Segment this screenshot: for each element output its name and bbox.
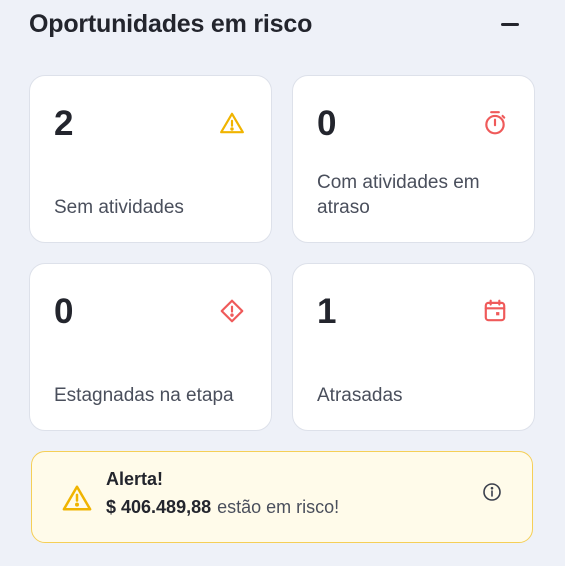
alert-diamond-icon: [220, 299, 244, 323]
card-label: Sem atividades: [54, 197, 184, 218]
alert-message-text: estão em risco!: [217, 497, 340, 517]
card-value: 1: [317, 292, 337, 331]
card-label: Com atividades em atraso: [317, 172, 480, 218]
warning-triangle-icon: [220, 112, 244, 134]
minus-icon: [501, 22, 519, 26]
card-sem-atividades[interactable]: 2 Sem atividades: [29, 75, 272, 243]
card-value: 0: [54, 292, 74, 331]
warning-triangle-icon: [62, 485, 92, 511]
card-label: Atrasadas: [317, 385, 403, 406]
alert-title: Alerta!: [106, 469, 164, 489]
alert-amount: $ 406.489,88: [106, 497, 212, 517]
alert-message: $ 406.489,88 estão em risco!: [106, 497, 339, 518]
risk-alert: Alerta! $ 406.489,88 estão em risco!: [31, 451, 533, 543]
card-value: 2: [54, 104, 74, 143]
collapse-button[interactable]: [499, 13, 521, 35]
section-header: Oportunidades em risco: [29, 8, 525, 40]
card-label: Estagnadas na etapa: [54, 385, 234, 406]
card-value: 0: [317, 104, 337, 143]
info-icon[interactable]: [482, 482, 502, 502]
card-atrasadas[interactable]: 1 Atrasadas: [292, 263, 535, 431]
card-estagnadas-na-etapa[interactable]: 0 Estagnadas na etapa: [29, 263, 272, 431]
section-title: Oportunidades em risco: [29, 9, 313, 38]
stopwatch-icon: [485, 111, 506, 135]
calendar-icon: [484, 299, 506, 322]
card-com-atividades-em-atraso[interactable]: 0 Com atividades em atraso: [292, 75, 535, 243]
